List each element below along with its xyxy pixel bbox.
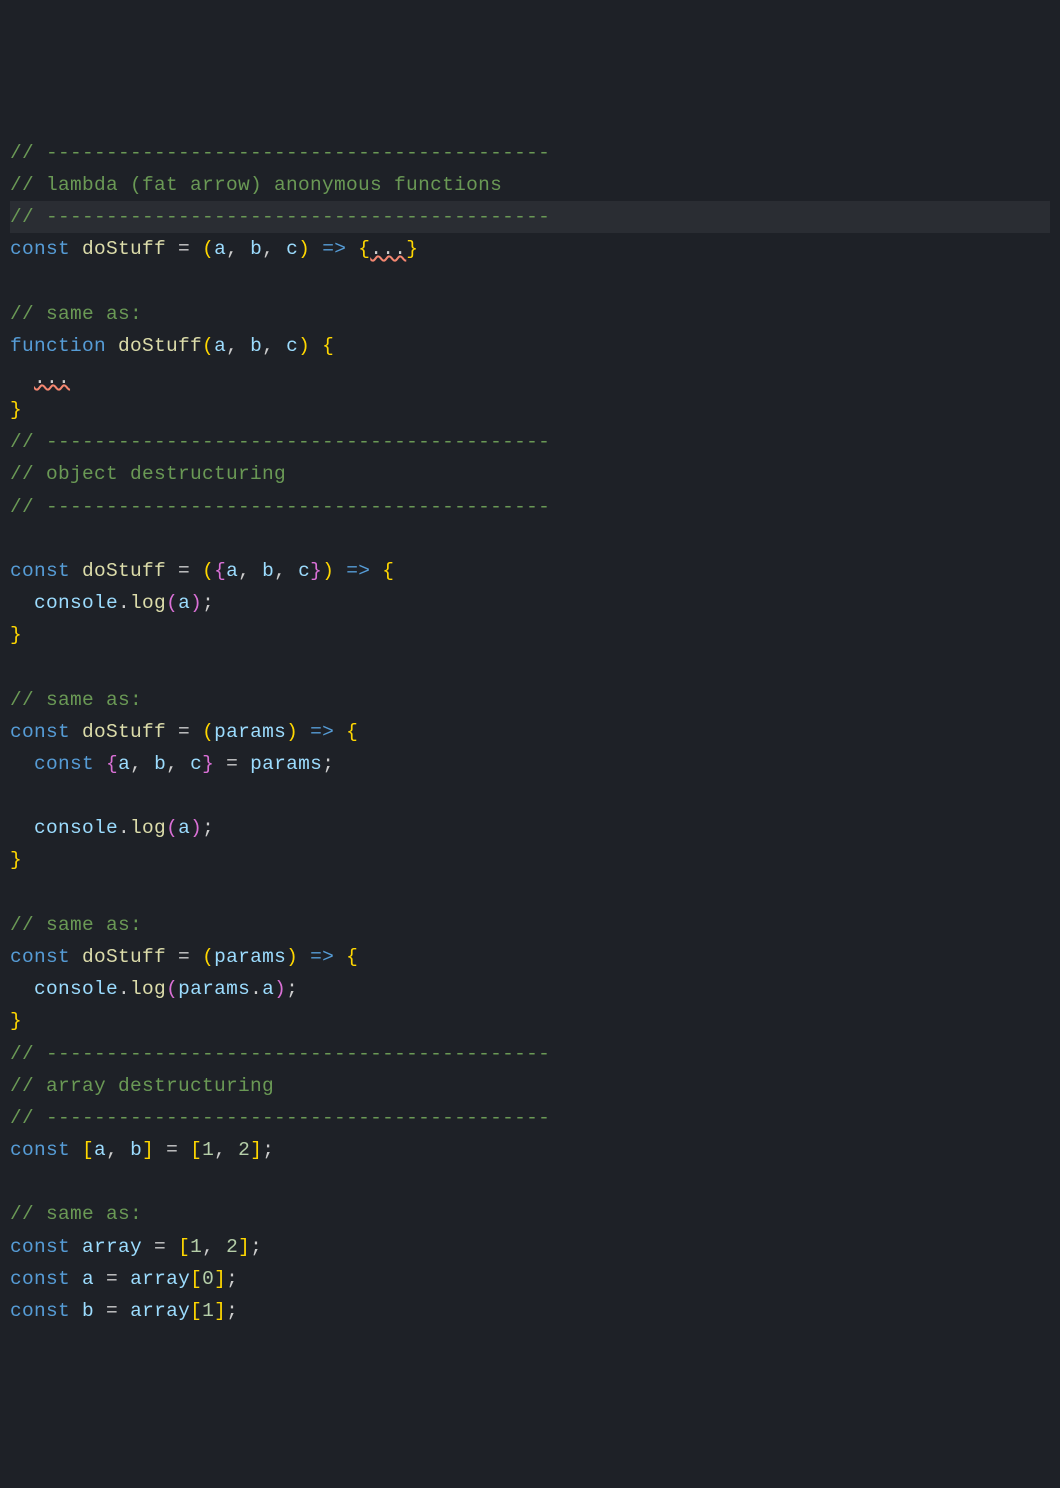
code-line: const doStuff = (params) => { — [10, 716, 1050, 748]
code-line: const a = array[0]; — [10, 1263, 1050, 1295]
code-line: // lambda (fat arrow) anonymous function… — [10, 169, 1050, 201]
code-line: ... — [10, 362, 1050, 394]
code-line: } — [10, 1005, 1050, 1037]
code-line — [10, 1166, 1050, 1198]
code-line: // object destructuring — [10, 458, 1050, 490]
code-line: console.log(params.a); — [10, 973, 1050, 1005]
code-line-active: // -------------------------------------… — [10, 201, 1050, 233]
code-line — [10, 877, 1050, 909]
code-line: const doStuff = (a, b, c) => {...} — [10, 233, 1050, 265]
code-line: const doStuff = (params) => { — [10, 941, 1050, 973]
code-line: console.log(a); — [10, 587, 1050, 619]
code-line: const b = array[1]; — [10, 1295, 1050, 1327]
code-line: } — [10, 844, 1050, 876]
code-line: console.log(a); — [10, 812, 1050, 844]
code-line: // -------------------------------------… — [10, 1102, 1050, 1134]
code-line: // same as: — [10, 1198, 1050, 1230]
code-line — [10, 523, 1050, 555]
code-line: const array = [1, 2]; — [10, 1231, 1050, 1263]
code-line: // same as: — [10, 909, 1050, 941]
code-line: const {a, b, c} = params; — [10, 748, 1050, 780]
code-line — [10, 265, 1050, 297]
code-line: } — [10, 619, 1050, 651]
code-line: // -------------------------------------… — [10, 137, 1050, 169]
code-line: // -------------------------------------… — [10, 491, 1050, 523]
code-line — [10, 780, 1050, 812]
code-line: } — [10, 394, 1050, 426]
code-line: // -------------------------------------… — [10, 1038, 1050, 1070]
code-editor[interactable]: // -------------------------------------… — [10, 137, 1050, 1327]
code-line: // same as: — [10, 684, 1050, 716]
code-line: // -------------------------------------… — [10, 426, 1050, 458]
code-line: // same as: — [10, 298, 1050, 330]
code-line: // array destructuring — [10, 1070, 1050, 1102]
code-line: const [a, b] = [1, 2]; — [10, 1134, 1050, 1166]
code-line: function doStuff(a, b, c) { — [10, 330, 1050, 362]
code-line — [10, 651, 1050, 683]
code-line: const doStuff = ({a, b, c}) => { — [10, 555, 1050, 587]
